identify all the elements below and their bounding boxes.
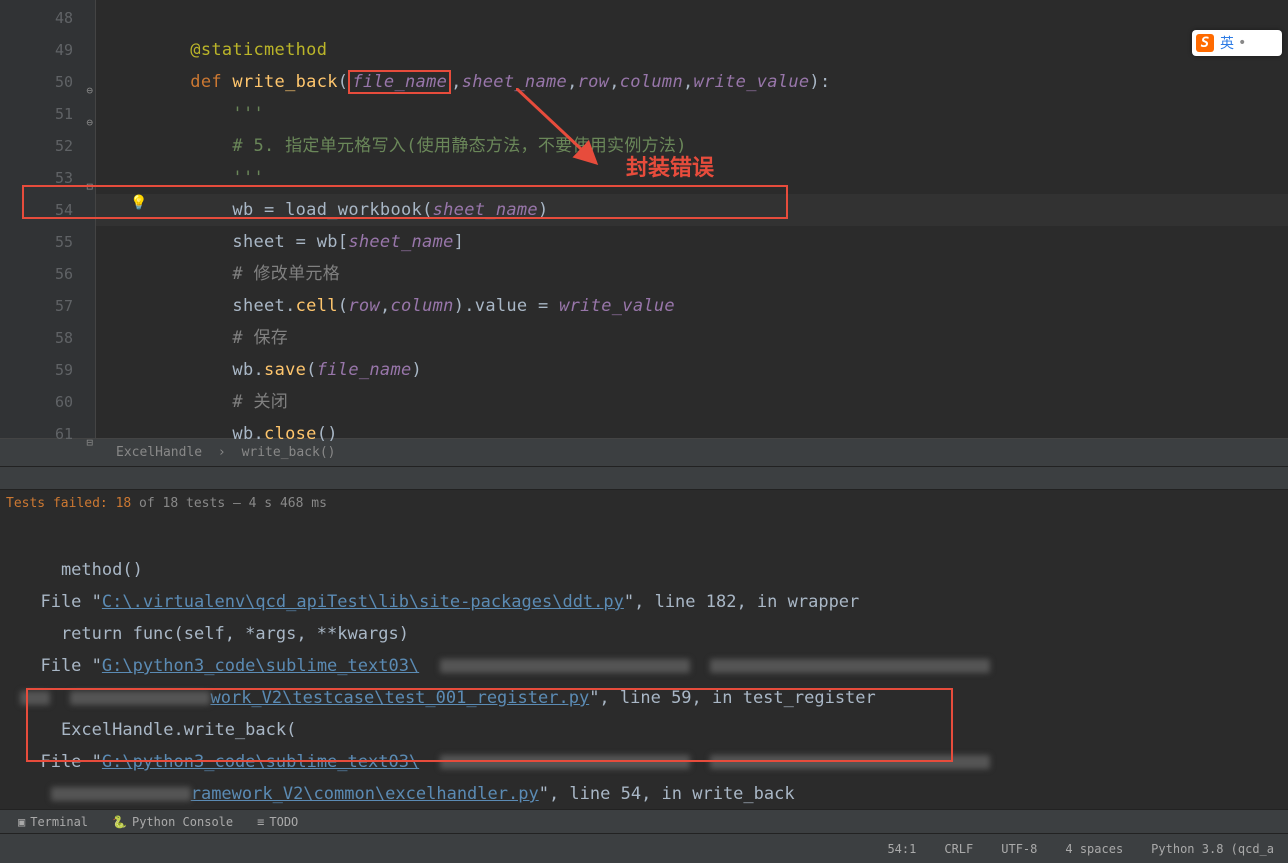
code-editor[interactable]: 48 49 50⊖ 51⊖ 52 53⊟ 54 55 56 57 58 59 6… (0, 0, 1288, 438)
line-number[interactable]: 59 (24, 354, 95, 386)
code-line-current[interactable]: wb = load_workbook(sheet_name) (96, 194, 1288, 226)
console-line: return func(self, *args, **kwargs) (20, 624, 409, 644)
python-interpreter[interactable]: Python 3.8 (qcd_a (1145, 842, 1280, 856)
code-line[interactable] (96, 2, 1288, 34)
traceback-link[interactable]: work_V2\testcase\test_001_register.py (210, 688, 589, 708)
tab-terminal[interactable]: ▣Terminal (18, 815, 88, 829)
traceback-link[interactable]: G:\python3_code\sublime_text03\ (102, 752, 419, 772)
traceback-link[interactable]: C:\.virtualenv\qcd_apiTest\lib\site-pack… (102, 592, 624, 612)
line-number[interactable]: 51⊖ (24, 98, 95, 130)
console-line: method() (20, 560, 143, 580)
code-line[interactable]: # 修改单元格 (96, 258, 1288, 290)
code-line[interactable]: # 关闭 (96, 386, 1288, 418)
console-line: File "G:\python3_code\sublime_text03\ (20, 656, 990, 676)
list-icon: ≡ (257, 815, 264, 829)
code-line[interactable]: sheet = wb[sheet_name] (96, 226, 1288, 258)
code-line[interactable]: sheet.cell(row,column).value = write_val… (96, 290, 1288, 322)
console-line: ExcelHandle.write_back( (20, 720, 296, 740)
terminal-icon: ▣ (18, 815, 25, 829)
ime-indicator[interactable]: S 英 • (1192, 30, 1282, 56)
python-icon: 🐍 (112, 815, 127, 829)
indent-setting[interactable]: 4 spaces (1059, 842, 1129, 856)
console-line: File "C:\.virtualenv\qcd_apiTest\lib\sit… (20, 592, 859, 612)
line-number[interactable]: 50⊖ (24, 66, 95, 98)
console-line: ramework_V2\common\excelhandler.py", lin… (20, 784, 795, 804)
fold-end-icon[interactable]: ⊟ (79, 427, 93, 441)
console-line: File "G:\python3_code\sublime_text03\ (20, 752, 990, 772)
code-line[interactable]: wb.save(file_name) (96, 354, 1288, 386)
code-line[interactable]: # 保存 (96, 322, 1288, 354)
tests-total: of 18 tests (131, 496, 225, 511)
status-bar: 54:1 CRLF UTF-8 4 spaces Python 3.8 (qcd… (0, 833, 1288, 863)
traceback-link[interactable]: ramework_V2\common\excelhandler.py (191, 784, 539, 804)
line-number[interactable]: 58 (24, 322, 95, 354)
line-number[interactable]: 48 (24, 2, 95, 34)
test-status-bar: Tests failed: 18 of 18 tests – 4 s 468 m… (0, 490, 1288, 518)
caret-position[interactable]: 54:1 (881, 842, 922, 856)
tool-window-tabs: ▣Terminal 🐍Python Console ≡TODO (0, 809, 1288, 833)
tab-todo[interactable]: ≡TODO (257, 815, 298, 829)
code-line[interactable]: @staticmethod (96, 34, 1288, 66)
line-number[interactable]: 60 (24, 386, 95, 418)
panel-divider[interactable] (0, 466, 1288, 490)
line-number[interactable]: 61⊟ (24, 418, 95, 450)
code-line[interactable]: wb.close() (96, 418, 1288, 450)
fold-start-icon[interactable]: ⊖ (79, 75, 93, 89)
intention-bulb-icon[interactable]: 💡 (130, 195, 147, 211)
line-number[interactable]: 57 (24, 290, 95, 322)
code-body[interactable]: @staticmethod def write_back(file_name,s… (96, 0, 1288, 438)
tests-failed-label: Tests failed: (6, 496, 116, 511)
param-file-name-highlight: file_name (348, 70, 451, 94)
code-line[interactable]: ''' (96, 98, 1288, 130)
tests-failed-count: 18 (116, 496, 132, 511)
line-number[interactable]: 55 (24, 226, 95, 258)
line-number[interactable]: 52 (24, 130, 95, 162)
ime-language: 英 (1220, 33, 1234, 53)
line-number[interactable]: 49 (24, 34, 95, 66)
traceback-link[interactable]: G:\python3_code\sublime_text03\ (102, 656, 419, 676)
fold-start-icon[interactable]: ⊖ (79, 107, 93, 121)
line-number[interactable]: 56 (24, 258, 95, 290)
annotation-text: 封装错误 (626, 150, 714, 182)
console-line: work_V2\testcase\test_001_register.py", … (20, 688, 876, 708)
file-encoding[interactable]: UTF-8 (995, 842, 1043, 856)
fold-end-icon[interactable]: ⊟ (79, 171, 93, 185)
gutter[interactable]: 48 49 50⊖ 51⊖ 52 53⊟ 54 55 56 57 58 59 6… (24, 0, 96, 438)
line-number[interactable]: 53⊟ (24, 162, 95, 194)
line-number[interactable]: 54 (24, 194, 95, 226)
left-margin (0, 0, 24, 438)
sogou-logo-icon: S (1196, 34, 1214, 52)
tab-python-console[interactable]: 🐍Python Console (112, 815, 233, 829)
console-output[interactable]: method() File "C:\.virtualenv\qcd_apiTes… (0, 518, 1288, 808)
ime-separator: • (1238, 35, 1246, 51)
code-line[interactable]: def write_back(file_name,sheet_name,row,… (96, 66, 1288, 98)
line-separator[interactable]: CRLF (938, 842, 979, 856)
tests-time: – 4 s 468 ms (225, 496, 327, 511)
